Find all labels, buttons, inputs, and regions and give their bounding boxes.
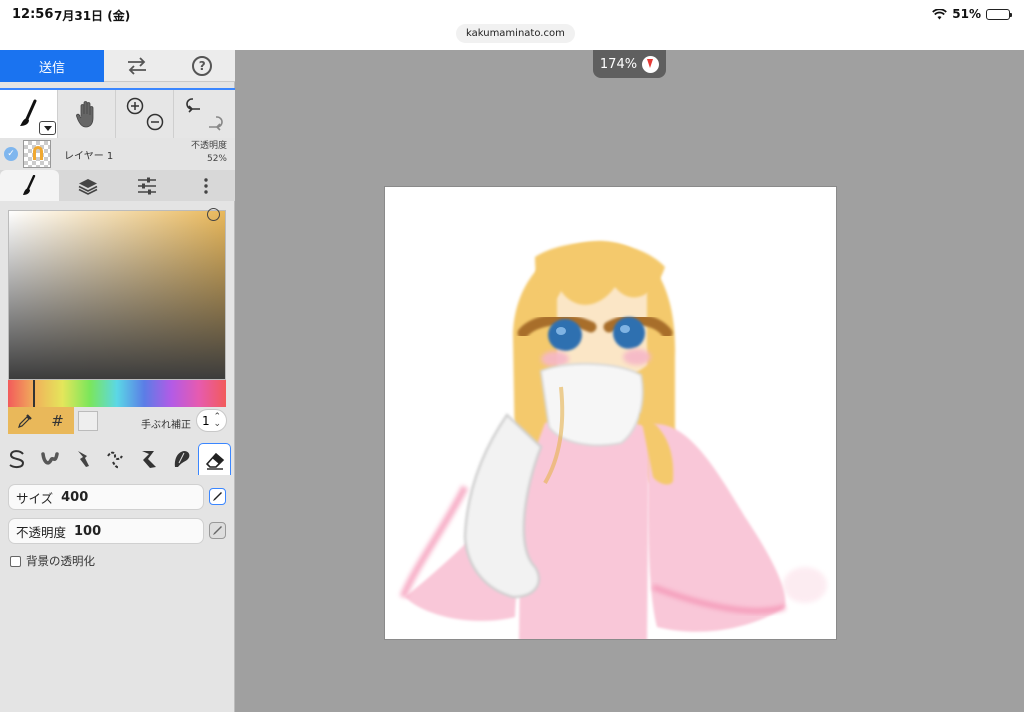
swap-arrows-icon xyxy=(127,56,146,75)
layer-opacity-label: 不透明度 xyxy=(190,141,227,151)
hue-slider-handle[interactable] xyxy=(33,380,35,407)
stabilizer-value: 1 xyxy=(201,413,210,428)
size-slider[interactable]: サイズ 400 xyxy=(8,484,204,510)
eraser-icon xyxy=(205,452,224,470)
send-button[interactable]: 送信 xyxy=(0,50,104,82)
smudge-brush-icon xyxy=(77,451,89,467)
brush-ribbon[interactable] xyxy=(132,443,165,475)
eyedropper-icon xyxy=(17,413,32,428)
color-picker-square[interactable] xyxy=(8,208,226,380)
blur-brush-icon xyxy=(174,451,189,467)
zoom-indicator[interactable]: 174% xyxy=(593,50,666,78)
status-right: 51% xyxy=(932,7,1012,21)
stabilizer-label: 手ぶれ補正 xyxy=(141,420,191,431)
status-bar: 12:56 7月31日 (金) 51% kakumaminato.com xyxy=(0,0,1024,50)
undo-redo-icons[interactable] xyxy=(183,96,227,132)
watercolor-brush-icon xyxy=(40,452,59,465)
help-icon: ? xyxy=(192,55,213,76)
layer-thumbnail xyxy=(23,140,51,168)
brush-smudge[interactable] xyxy=(66,443,99,475)
layer-name: レイヤー 1 xyxy=(64,151,114,162)
pen-brush-icon xyxy=(8,450,24,469)
tool-row xyxy=(0,88,235,138)
tab-adjustments[interactable] xyxy=(118,170,177,201)
sliders-icon xyxy=(137,177,156,194)
layers-icon xyxy=(78,178,98,195)
brush-curve[interactable] xyxy=(99,443,132,475)
status-date: 7月31日 (金) xyxy=(54,9,131,23)
pen-pressure-icon xyxy=(213,526,222,535)
brush-blur[interactable] xyxy=(165,443,198,475)
brush-dropdown[interactable] xyxy=(39,121,56,135)
bg-transparent-toggle[interactable]: 背景の透明化 xyxy=(10,553,95,569)
panel-tabs xyxy=(0,170,235,201)
curve-brush-icon xyxy=(106,451,123,469)
hand-tool-button[interactable] xyxy=(58,90,116,138)
bg-transparent-checkbox[interactable] xyxy=(10,555,21,567)
size-pressure-toggle[interactable] xyxy=(209,488,226,505)
undo-redo-buttons xyxy=(174,90,235,138)
stepper-arrows-icon[interactable]: ⌃ ⌄ xyxy=(214,412,222,428)
hue-slider[interactable] xyxy=(8,380,226,407)
secondary-color-swatch[interactable] xyxy=(78,411,98,431)
ribbon-brush-icon xyxy=(141,451,156,468)
brush-eraser[interactable] xyxy=(198,443,231,475)
more-vertical-icon xyxy=(203,177,208,194)
zoom-level: 174% xyxy=(599,56,638,72)
tool-panel: 送信 ? ✓ レイヤー 1 不透明度 52% # 手ぶれ補正 1 ⌃ ⌄ サイズ… xyxy=(0,50,235,712)
compass-icon[interactable] xyxy=(642,55,660,73)
brush-watercolor[interactable] xyxy=(33,443,66,475)
current-color: # xyxy=(8,407,74,434)
opacity-label: 不透明度 xyxy=(16,524,67,540)
stabilizer-stepper[interactable]: 1 ⌃ ⌄ xyxy=(196,409,227,432)
size-value: 400 xyxy=(61,489,89,505)
url-pill[interactable]: kakumaminato.com xyxy=(456,24,575,43)
tab-brush[interactable] xyxy=(0,170,59,201)
zoom-buttons xyxy=(116,90,174,138)
hand-icon xyxy=(75,101,93,128)
battery-percent: 51% xyxy=(952,7,981,21)
hex-button[interactable]: # xyxy=(41,407,74,434)
eyedropper-button[interactable] xyxy=(8,407,41,434)
opacity-pressure-toggle[interactable] xyxy=(209,522,226,539)
pen-pressure-icon xyxy=(213,492,222,501)
swap-button[interactable] xyxy=(104,50,170,81)
opacity-slider[interactable]: 不透明度 100 xyxy=(8,518,204,544)
color-picker-handle[interactable] xyxy=(207,208,220,221)
opacity-value: 100 xyxy=(74,523,102,539)
artwork xyxy=(399,241,827,639)
size-label: サイズ xyxy=(16,490,54,506)
brush-types xyxy=(0,442,235,476)
zoom-in-out-icons[interactable] xyxy=(124,96,166,132)
brush-tool-button[interactable] xyxy=(0,90,58,138)
brush-icon xyxy=(23,174,36,195)
brush-pen[interactable] xyxy=(0,443,33,475)
tab-more[interactable] xyxy=(176,170,235,201)
status-time: 12:56 xyxy=(12,7,54,22)
top-buttons: 送信 ? xyxy=(0,50,235,82)
wifi-icon xyxy=(932,8,948,19)
drawing-canvas[interactable] xyxy=(384,186,837,640)
layer-opacity-value: 52% xyxy=(206,154,227,164)
layer-row[interactable]: ✓ レイヤー 1 不透明度 52% xyxy=(0,138,235,170)
help-button[interactable]: ? xyxy=(170,50,236,81)
layer-visibility-checkbox[interactable]: ✓ xyxy=(4,147,18,161)
tab-layers[interactable] xyxy=(59,170,118,201)
battery-icon xyxy=(986,8,1012,20)
brush-icon xyxy=(19,99,36,126)
bg-transparent-label: 背景の透明化 xyxy=(26,554,95,568)
layer-opacity: 不透明度 52% xyxy=(191,140,227,166)
